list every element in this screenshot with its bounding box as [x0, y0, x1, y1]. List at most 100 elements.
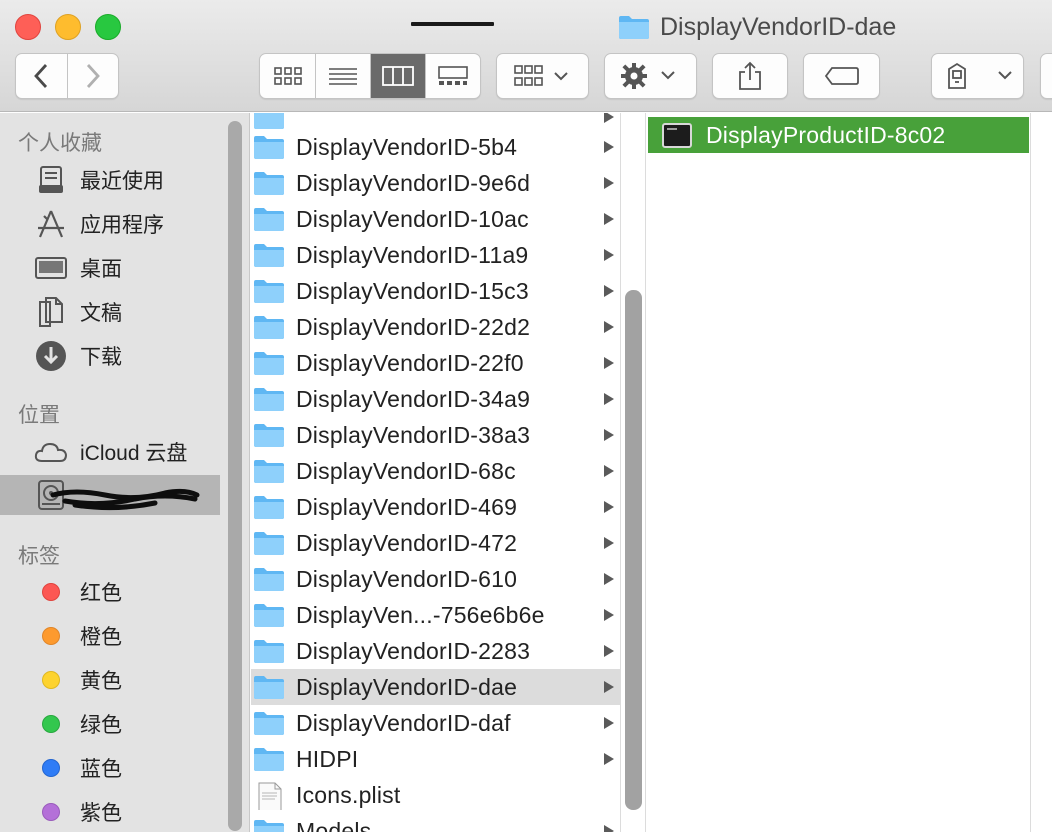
- close-window-button[interactable]: [15, 14, 41, 40]
- list-item[interactable]: DisplayVendorID-15c3: [251, 273, 620, 309]
- sidebar-item-label: 桌面: [80, 258, 122, 281]
- list-item[interactable]: DisplayVendorID-9e6d: [251, 165, 620, 201]
- list-item-selected[interactable]: DisplayVendorID-dae: [251, 669, 620, 705]
- sidebar-tag-red[interactable]: 红色: [0, 572, 220, 612]
- toolbar: DisplayVendorID-dae: [0, 0, 1052, 112]
- forward-button[interactable]: [66, 54, 118, 98]
- sidebar-scrollbar[interactable]: [228, 121, 242, 831]
- exec-file-icon: [662, 122, 692, 148]
- folder-icon: [254, 280, 284, 303]
- folder-icon: [254, 460, 284, 483]
- column-1-scrollbar[interactable]: [625, 290, 642, 810]
- locations-header: 位置: [18, 404, 60, 427]
- list-item[interactable]: Icons.plist: [251, 777, 620, 813]
- item-name: HIDPI: [296, 745, 359, 772]
- sidebar-tag-green[interactable]: 绿色: [0, 704, 220, 744]
- gear-icon: [620, 63, 675, 89]
- folder-icon: [254, 568, 284, 591]
- item-name: DisplayVen...-756e6b6e: [296, 601, 545, 628]
- sidebar-item-label: 橙色: [80, 626, 122, 649]
- item-name: DisplayVendorID-9e6d: [296, 169, 531, 196]
- gallery-view-button[interactable]: [425, 54, 480, 98]
- zoom-window-button[interactable]: [95, 14, 121, 40]
- disclosure-arrow-icon: [604, 825, 614, 832]
- folder-icon: [254, 244, 284, 267]
- edit-tags-button[interactable]: [803, 53, 880, 99]
- disclosure-arrow-icon: [604, 213, 614, 225]
- sidebar-item-recents[interactable]: 最近使用: [0, 160, 220, 200]
- list-item-selected[interactable]: DisplayProductID-8c02: [648, 117, 1029, 153]
- folder-icon: [254, 496, 284, 519]
- disclosure-arrow-icon: [604, 609, 614, 621]
- arrange-icon: [513, 65, 568, 86]
- item-name: DisplayVendorID-68c: [296, 457, 516, 484]
- sidebar-item-label: 文稿: [80, 302, 122, 325]
- sidebar-item-disk[interactable]: [0, 475, 220, 515]
- list-item[interactable]: DisplayVendorID-68c: [251, 453, 620, 489]
- dropbox-icon: [947, 62, 1012, 89]
- desktop-icon: [34, 251, 68, 285]
- sidebar-item-downloads[interactable]: 下载: [0, 336, 220, 376]
- list-item[interactable]: DisplayVendorID-22f0: [251, 345, 620, 381]
- folder-icon: [254, 748, 284, 771]
- minimize-window-button[interactable]: [55, 14, 81, 40]
- list-item[interactable]: DisplayVendorID-11a9: [251, 237, 620, 273]
- group-by-button[interactable]: [496, 53, 589, 99]
- list-item[interactable]: DisplayVendorID-daf: [251, 705, 620, 741]
- folder-icon: [254, 113, 284, 129]
- column-divider[interactable]: [645, 113, 646, 832]
- sidebar-item-applications[interactable]: 应用程序: [0, 204, 220, 244]
- list-icon: [329, 68, 357, 85]
- applications-icon: [34, 207, 68, 241]
- cloud-icon: [34, 435, 68, 469]
- column-view-button[interactable]: [370, 54, 425, 98]
- sidebar-tag-blue[interactable]: 蓝色: [0, 748, 220, 788]
- disclosure-arrow-icon: [604, 717, 614, 729]
- share-button[interactable]: [712, 53, 788, 99]
- item-name: DisplayVendorID-22d2: [296, 313, 531, 340]
- blue-dot-icon: [34, 751, 68, 785]
- list-item[interactable]: DisplayVendorID-22d2: [251, 309, 620, 345]
- sidebar-item-label: 绿色: [80, 714, 122, 737]
- item-name: DisplayVendorID-dae: [296, 673, 518, 700]
- list-item[interactable]: DisplayVendorID-472: [251, 525, 620, 561]
- sidebar-item-desktop[interactable]: 桌面: [0, 248, 220, 288]
- sidebar-item-label: 蓝色: [80, 758, 122, 781]
- list-item[interactable]: DisplayVen...-756e6b6e: [251, 597, 620, 633]
- list-item[interactable]: DisplayVendorID-10ac: [251, 201, 620, 237]
- list-item[interactable]: DisplayVendorID-469: [251, 489, 620, 525]
- item-name: DisplayVendorID-610: [296, 565, 518, 592]
- redaction-scribble: [50, 488, 200, 511]
- list-item[interactable]: Models: [251, 813, 620, 832]
- icon-view-button[interactable]: [260, 54, 315, 98]
- sidebar-item-icloud[interactable]: iCloud 云盘: [0, 432, 220, 472]
- folder-icon: [254, 532, 284, 555]
- dropbox-button[interactable]: [931, 53, 1024, 99]
- folder-icon: [254, 316, 284, 339]
- list-item[interactable]: DisplayVendorID-610: [251, 561, 620, 597]
- list-item[interactable]: DisplayVendorID-34a9: [251, 381, 620, 417]
- icon-grid-icon: [273, 67, 302, 85]
- list-item[interactable]: DisplayVendorID-5b4: [251, 129, 620, 165]
- item-name: DisplayVendorID-daf: [296, 709, 511, 736]
- chevron-right-icon: [86, 64, 100, 88]
- action-menu-button[interactable]: [604, 53, 697, 99]
- purple-dot-icon: [34, 795, 68, 829]
- back-button[interactable]: [16, 54, 67, 98]
- list-item[interactable]: DisplayVendorID-2283: [251, 633, 620, 669]
- list-item[interactable]: DisplayVendorID-38a3: [251, 417, 620, 453]
- list-view-button[interactable]: [315, 54, 370, 98]
- gallery-icon: [438, 66, 468, 85]
- search-button[interactable]: [1040, 53, 1052, 99]
- orange-dot-icon: [34, 619, 68, 653]
- sidebar-item-documents[interactable]: 文稿: [0, 292, 220, 332]
- sidebar-tag-purple[interactable]: 紫色: [0, 792, 220, 832]
- list-item[interactable]: HIDPI: [251, 741, 620, 777]
- disclosure-arrow-icon: [604, 141, 614, 153]
- disclosure-arrow-icon: [604, 249, 614, 261]
- sidebar-tag-yellow[interactable]: 黄色: [0, 660, 220, 700]
- sidebar-item-label: 黄色: [80, 670, 122, 693]
- sidebar-tag-orange[interactable]: 橙色: [0, 616, 220, 656]
- folder-icon: [254, 352, 284, 375]
- item-name: DisplayVendorID-11a9: [296, 241, 529, 268]
